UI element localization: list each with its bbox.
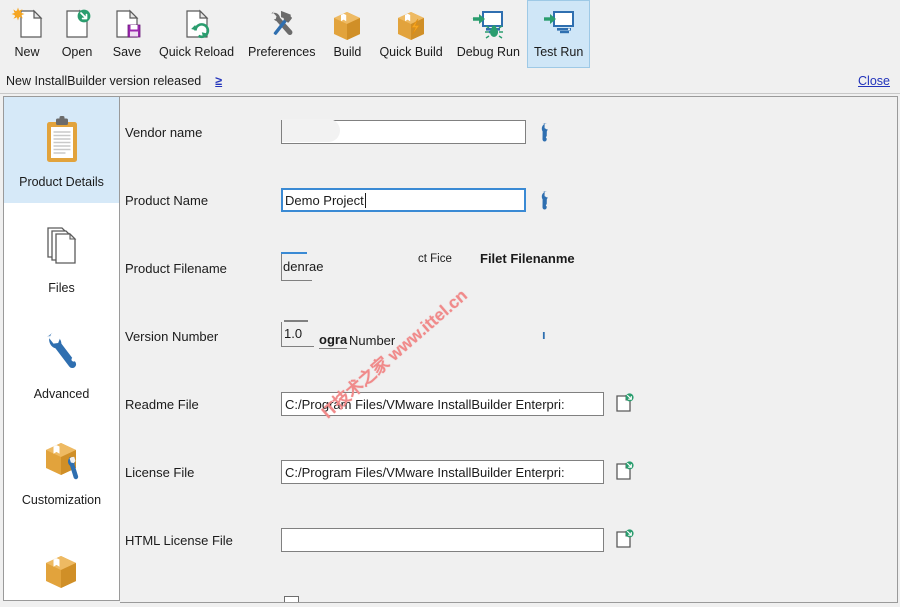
field-row-product-filename: Product Filename denrae ct Fice Filet Fi… [120, 251, 897, 285]
toolbar-button-quick-build[interactable]: Quick Build [372, 0, 449, 68]
box-icon [38, 543, 86, 601]
field-row-vendor-name: Vendor name ..Net [120, 115, 897, 149]
version-number-artifact-2: ı [542, 327, 546, 342]
toolbar-button-label: Debug Run [456, 45, 520, 59]
field-row-save-relative-paths: Save Relative Paths [120, 591, 897, 603]
field-row-html-license-file: HTML License File [120, 523, 897, 557]
monitor-run-icon [541, 5, 577, 43]
toolbar-button-label: Quick Build [379, 45, 443, 59]
sidebar-item-files[interactable]: Files [4, 203, 119, 309]
product-name-input[interactable]: Demo Project [281, 188, 526, 212]
save-floppy-icon [109, 5, 145, 43]
toolbar-button-new[interactable]: New [2, 0, 52, 68]
toolbar-button-label: Preferences [248, 45, 316, 59]
toolbar-button-label: Save [112, 45, 142, 59]
license-file-value: C:/Program Files/VMware InstallBuilder E… [285, 464, 565, 480]
toolbar-button-save[interactable]: Save [102, 0, 152, 68]
vendor-name-wrench-icon[interactable] [538, 122, 556, 142]
product-filename-artifact-0: denrae [283, 259, 324, 274]
monitor-bug-icon [470, 5, 506, 43]
readme-file-input[interactable]: C:/Program Files/VMware InstallBuilder E… [281, 392, 604, 416]
sidebar-item-packaging[interactable] [4, 521, 119, 601]
html-license-file-input[interactable] [281, 528, 604, 552]
product-name-value: Demo Project [285, 192, 364, 208]
notification-more-link[interactable]: ≥ [215, 74, 222, 88]
notification-bar: New InstallBuilder version released ≥ Cl… [0, 68, 900, 94]
sidebar-item-label: Files [48, 280, 75, 295]
toolbar-button-label: Quick Reload [159, 45, 235, 59]
field-row-version-number: Version Number 1.0 ogra Number ı [120, 319, 897, 353]
package-box-bolt-icon [393, 5, 429, 43]
wrench-icon [38, 324, 86, 386]
notification-message: New InstallBuilder version released [6, 73, 202, 88]
toolbar-button-label: Test Run [533, 45, 584, 59]
toolbar-button-preferences[interactable]: Preferences [241, 0, 322, 68]
toolbar-button-label: Open [61, 45, 93, 59]
license-file-label: License File [125, 464, 195, 480]
html-license-file-browse-icon[interactable] [615, 529, 635, 549]
content-area: Product Details Files Advanced Customiza… [0, 95, 900, 607]
version-number-artifact-0: ogra [319, 332, 348, 349]
html-license-file-label: HTML License File [125, 532, 233, 548]
license-file-browse-icon[interactable] [615, 461, 635, 481]
sidebar-item-label: Customization [21, 492, 102, 507]
new-document-icon [9, 5, 45, 43]
text-caret [364, 192, 366, 208]
field-row-license-file: License File C:/Program Files/VMware Ins… [120, 455, 897, 489]
package-box-icon [329, 5, 365, 43]
product-details-panel: Vendor name ..Net Product Name Demo [120, 96, 898, 603]
save-relative-paths-checkbox[interactable] [284, 596, 299, 602]
version-number-label: Version Number [125, 328, 219, 344]
toolbar-button-label: New [14, 45, 40, 59]
product-filename-label: Product Filename [125, 260, 227, 276]
vendor-name-redaction [282, 119, 340, 142]
version-number-artifact-1: Number [349, 333, 396, 348]
installbuilder-window: New Open Save Quick Reload Preferences B… [0, 0, 900, 607]
sidebar-item-label: Advanced [33, 386, 90, 401]
toolbar-button-build[interactable]: Build [322, 0, 372, 68]
documents-icon [38, 218, 86, 280]
open-document-icon [59, 5, 95, 43]
toolbar-button-quick-reload[interactable]: Quick Reload [152, 0, 241, 68]
notification-close-link[interactable]: Close [858, 74, 890, 88]
toolbar-button-open[interactable]: Open [52, 0, 102, 68]
main-toolbar: New Open Save Quick Reload Preferences B… [0, 0, 900, 68]
sidebar-item-label: Product Details [19, 174, 104, 189]
version-number-input-top-edge [284, 320, 308, 322]
toolbar-button-test-run[interactable]: Test Run [526, 0, 591, 68]
readme-file-browse-icon[interactable] [615, 393, 635, 413]
clipboard-icon [38, 112, 86, 174]
field-row-readme-file: Readme File C:/Program Files/VMware Inst… [120, 387, 897, 421]
sidebar-item-advanced[interactable]: Advanced [4, 309, 119, 415]
product-filename-input-top-edge [281, 252, 307, 254]
quick-reload-icon [179, 5, 215, 43]
product-name-wrench-icon[interactable] [538, 190, 556, 210]
field-row-product-name: Product Name Demo Project [120, 183, 897, 217]
product-name-label: Product Name [125, 192, 209, 208]
box-wrench-icon [38, 430, 86, 492]
readme-file-value: C:/Program Files/VMware InstallBuilder E… [285, 396, 565, 412]
license-file-input[interactable]: C:/Program Files/VMware InstallBuilder E… [281, 460, 604, 484]
product-filename-artifact-2: Filet Filenanme [480, 251, 575, 266]
sidebar-item-product-details[interactable]: Product Details [4, 97, 119, 203]
save-relative-paths-label: Save Relative Paths [125, 601, 275, 603]
wrench-hammer-icon [264, 5, 300, 43]
left-sidebar: Product Details Files Advanced Customiza… [3, 96, 120, 601]
toolbar-button-debug-run[interactable]: Debug Run [450, 0, 527, 68]
sidebar-item-customization[interactable]: Customization [4, 415, 119, 521]
readme-file-label: Readme File [125, 396, 199, 412]
toolbar-button-label: Build [333, 45, 362, 59]
vendor-name-label: Vendor name [125, 124, 203, 140]
product-filename-artifact-1: ct Fice [418, 253, 452, 265]
version-number-value: 1.0 [284, 326, 303, 341]
